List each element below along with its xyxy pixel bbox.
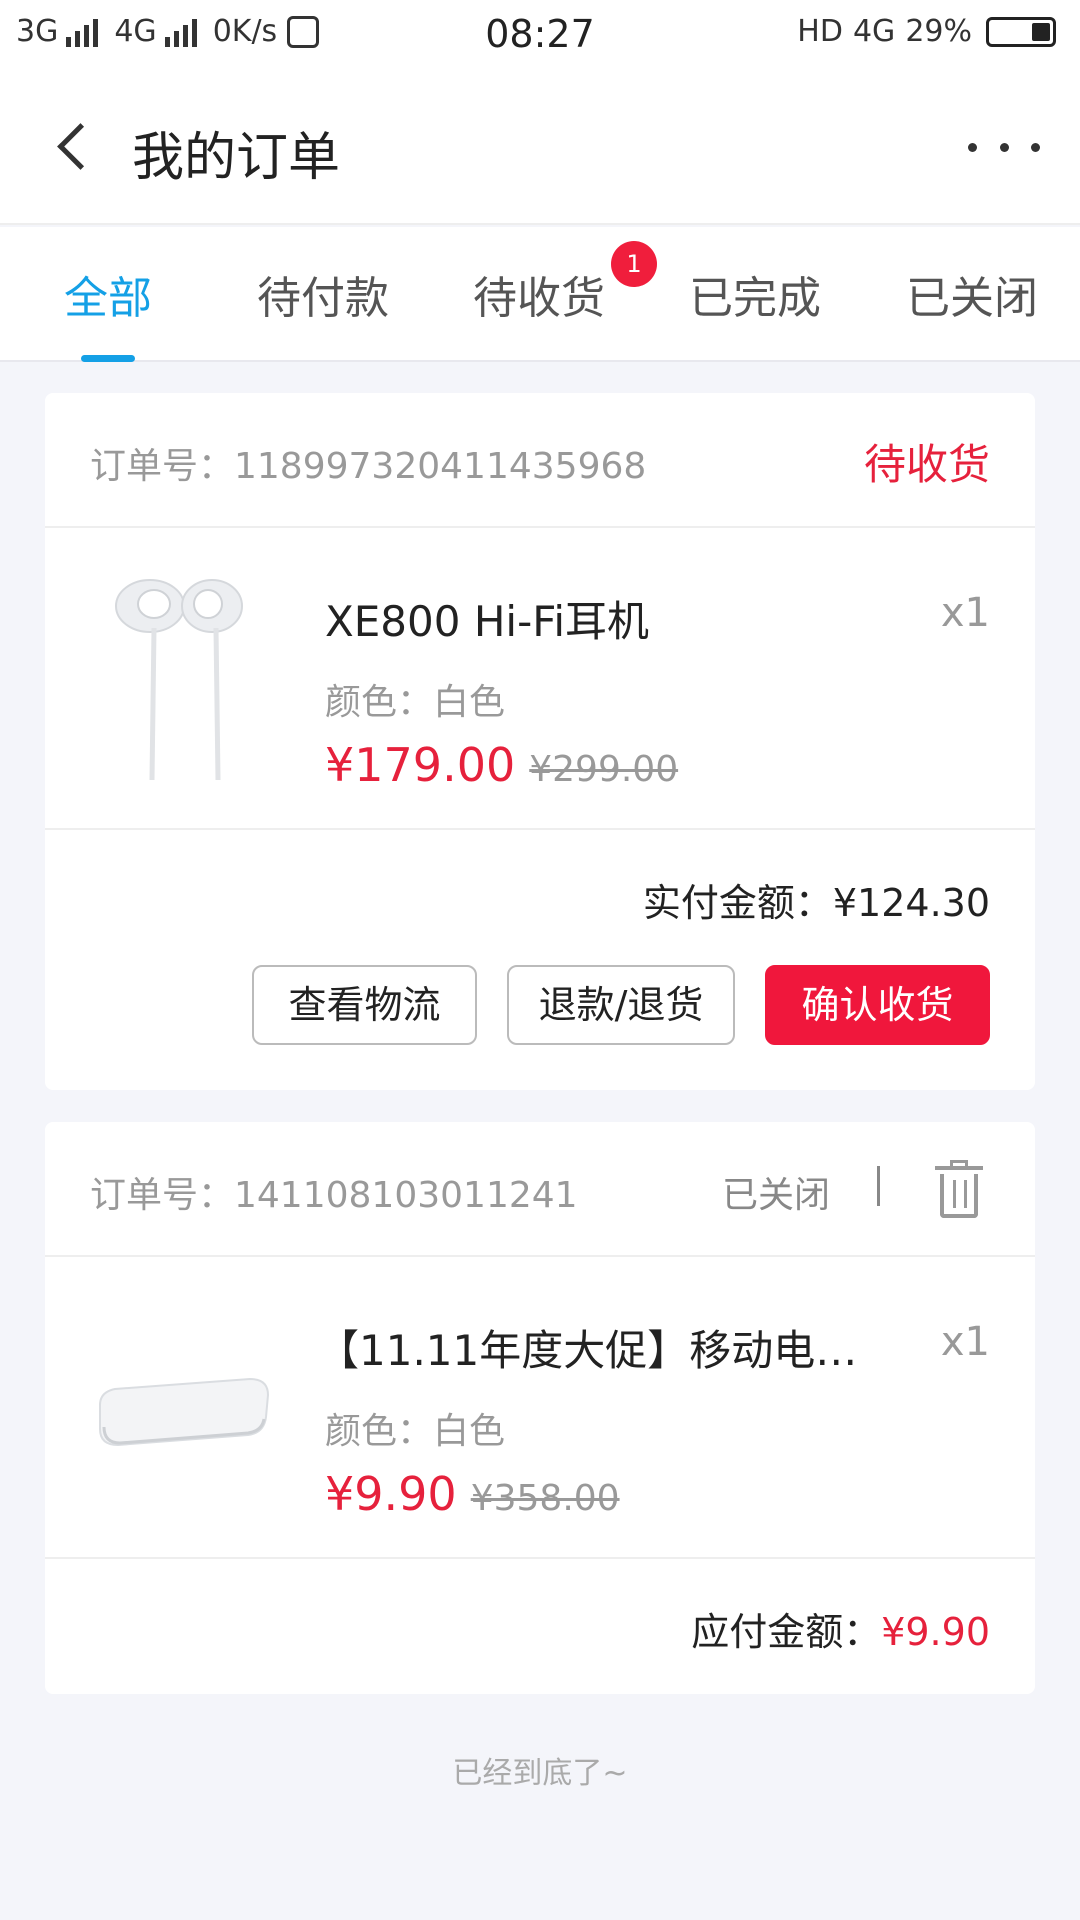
order-product[interactable]: XE800 Hi-Fi耳机 x1 颜色：白色 ¥179.00 ¥299.00 bbox=[45, 528, 1035, 830]
power-bank-image bbox=[99, 1377, 270, 1447]
original-price: ¥358.00 bbox=[470, 1478, 620, 1519]
current-price: ¥179.00 bbox=[325, 738, 516, 792]
order-product[interactable]: 【11.11年度大促】移动电源… x1 颜色：白色 ¥9.90 ¥358.00 bbox=[45, 1257, 1035, 1559]
order-status: 已关闭 bbox=[721, 1175, 830, 1216]
status-bar: 3G 4G 0K/s 08:27 HD 4G 29% bbox=[0, 0, 1080, 75]
order-card-header: 订单号：118997320411435968 待收货 bbox=[45, 393, 1035, 528]
order-card: 订单号：118997320411435968 待收货 XE800 Hi-Fi耳机… bbox=[45, 393, 1035, 1090]
order-card-header: 订单号：141108103011241 已关闭 bbox=[45, 1122, 1035, 1257]
order-tabs: 全部 待付款 待收货 已完成 已关闭 bbox=[0, 227, 1080, 362]
product-price: ¥179.00 ¥299.00 bbox=[325, 738, 678, 792]
tab-all[interactable]: 全部 bbox=[18, 262, 198, 326]
product-name: 【11.11年度大促】移动电源… bbox=[317, 1326, 877, 1375]
battery-percent: 29% bbox=[905, 14, 972, 49]
earphones-image bbox=[115, 579, 243, 781]
product-quantity: x1 bbox=[940, 590, 990, 636]
order-number: 订单号：118997320411435968 bbox=[90, 446, 647, 487]
refund-button[interactable]: 退款/退货 bbox=[507, 965, 735, 1045]
tab-badge: 1 bbox=[611, 241, 657, 287]
product-name: XE800 Hi-Fi耳机 bbox=[325, 597, 650, 646]
tab-pending-payment[interactable]: 待付款 bbox=[233, 262, 413, 326]
tab-completed[interactable]: 已完成 bbox=[665, 262, 845, 326]
current-price: ¥9.90 bbox=[325, 1467, 457, 1521]
product-price: ¥9.90 ¥358.00 bbox=[325, 1467, 620, 1521]
trash-icon[interactable] bbox=[935, 1160, 983, 1218]
original-price: ¥299.00 bbox=[529, 749, 679, 790]
payable-amount-label: 应付金额： bbox=[691, 1610, 882, 1654]
network-4g2-label: 4G bbox=[852, 14, 896, 49]
more-dots-icon[interactable] bbox=[968, 137, 1040, 157]
hd-label: HD bbox=[797, 14, 843, 49]
end-of-list-tip: 已经到底了~ bbox=[452, 1756, 628, 1791]
payable-amount-value: ¥9.90 bbox=[881, 1610, 990, 1654]
battery-icon bbox=[986, 16, 1056, 47]
confirm-receipt-button[interactable]: 确认收货 bbox=[765, 965, 990, 1045]
page-title: 我的订单 bbox=[132, 128, 341, 188]
app-header: 我的订单 bbox=[0, 75, 1080, 225]
tab-closed[interactable]: 已关闭 bbox=[882, 262, 1062, 326]
payable-amount: 应付金额：¥9.90 bbox=[691, 1601, 990, 1656]
product-color: 颜色：白色 bbox=[325, 1411, 506, 1452]
divider bbox=[877, 1166, 880, 1206]
paid-amount-value: ¥124.30 bbox=[832, 881, 990, 925]
order-status: 待收货 bbox=[863, 440, 990, 489]
order-card: 订单号：141108103011241 已关闭 【11.11年度大促】移动电源…… bbox=[45, 1122, 1035, 1694]
paid-amount-label: 实付金额： bbox=[642, 881, 833, 925]
product-color: 颜色：白色 bbox=[325, 682, 506, 723]
tab-pending-receipt[interactable]: 待收货 bbox=[449, 262, 629, 326]
chevron-left-icon[interactable] bbox=[48, 120, 108, 180]
active-tab-indicator bbox=[81, 355, 135, 362]
view-logistics-button[interactable]: 查看物流 bbox=[252, 965, 477, 1045]
order-number: 订单号：141108103011241 bbox=[90, 1175, 578, 1216]
product-quantity: x1 bbox=[940, 1319, 990, 1365]
paid-amount: 实付金额：¥124.30 bbox=[643, 872, 990, 927]
